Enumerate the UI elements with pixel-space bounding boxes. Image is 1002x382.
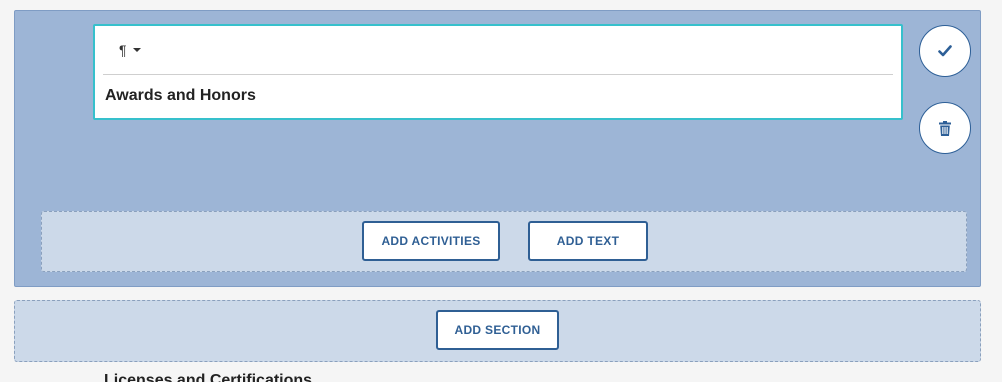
trash-icon bbox=[939, 120, 951, 136]
rich-text-editor[interactable]: ¶ Awards and Honors bbox=[93, 24, 903, 120]
editor-toolbar: ¶ bbox=[103, 26, 893, 75]
add-activities-button[interactable]: ADD ACTIVITIES bbox=[362, 221, 500, 261]
confirm-button[interactable] bbox=[919, 25, 971, 77]
checkmark-icon bbox=[938, 45, 952, 57]
add-text-button[interactable]: ADD TEXT bbox=[528, 221, 648, 261]
next-section-heading: Licenses and Certifications bbox=[104, 372, 313, 382]
paragraph-format-dropdown[interactable]: ¶ bbox=[119, 40, 141, 60]
caret-down-icon bbox=[132, 48, 141, 52]
section-edit-panel: ¶ Awards and Honors ADD ACTIVITIES ADD T… bbox=[14, 10, 981, 287]
paragraph-format-label: ¶ bbox=[119, 42, 127, 58]
add-section-button[interactable]: ADD SECTION bbox=[436, 310, 559, 350]
content-add-bar: ADD ACTIVITIES ADD TEXT bbox=[41, 211, 967, 272]
delete-button[interactable] bbox=[919, 102, 971, 154]
section-add-bar: ADD SECTION bbox=[14, 300, 981, 362]
editor-content[interactable]: Awards and Honors bbox=[105, 87, 256, 105]
